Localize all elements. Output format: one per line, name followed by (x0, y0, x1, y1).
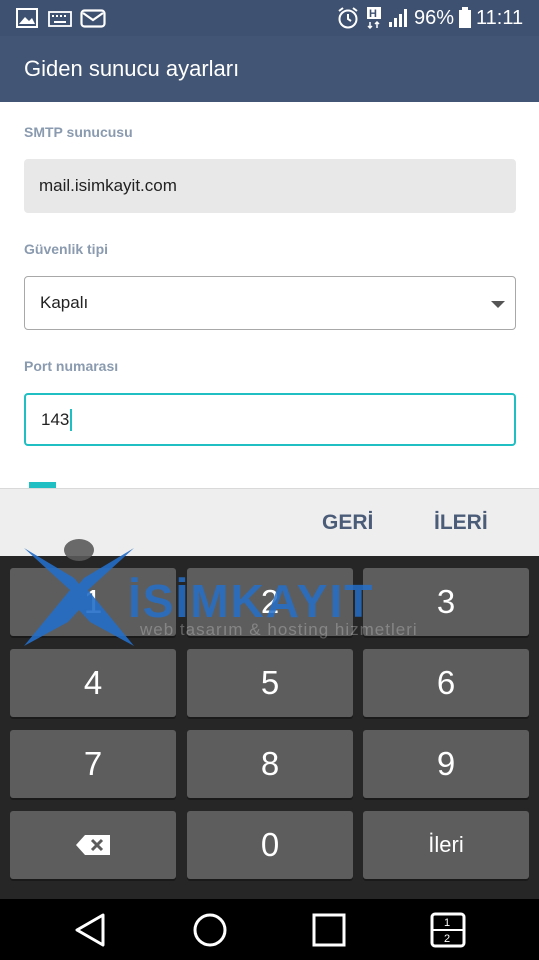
smtp-server-field[interactable]: mail.isimkayit.com (24, 159, 516, 213)
security-type-select[interactable]: Kapalı (24, 276, 516, 330)
backspace-icon (75, 826, 111, 864)
signal-icon (388, 8, 410, 33)
security-type-value: Kapalı (40, 293, 89, 312)
dual-window-icon[interactable]: 12 (429, 911, 467, 949)
key-1[interactable]: 1 (10, 568, 176, 636)
key-7[interactable]: 7 (10, 730, 176, 798)
key-5[interactable]: 5 (187, 649, 353, 717)
enter-next-key[interactable]: İleri (363, 811, 529, 879)
app-bar: Giden sunucu ayarları (0, 36, 539, 102)
key-6[interactable]: 6 (363, 649, 529, 717)
navigation-bar: 12 (0, 899, 539, 960)
battery-percent: 96% (414, 7, 455, 29)
dropdown-arrow-icon (491, 301, 505, 308)
email-icon (80, 9, 106, 33)
text-cursor (70, 408, 73, 431)
port-number-value: 143 (41, 409, 70, 429)
svg-text:H: H (369, 8, 377, 20)
next-button[interactable]: İLERİ (434, 511, 488, 535)
keyboard-icon (48, 11, 72, 32)
key-3[interactable]: 3 (363, 568, 529, 636)
page-title: Giden sunucu ayarları (24, 56, 240, 81)
svg-text:2: 2 (444, 933, 450, 945)
action-bar: GERİ İLERİ (0, 488, 539, 556)
recents-icon[interactable] (310, 911, 348, 949)
port-number-label: Port numarası (24, 358, 119, 374)
back-button[interactable]: GERİ (322, 511, 373, 535)
security-type-label: Güvenlik tipi (24, 241, 109, 257)
smtp-server-value: mail.isimkayit.com (39, 176, 177, 195)
smtp-server-label: SMTP sunucusu (24, 124, 133, 140)
backspace-key[interactable] (10, 811, 176, 879)
image-icon (16, 8, 38, 33)
key-2[interactable]: 2 (187, 568, 353, 636)
key-8[interactable]: 8 (187, 730, 353, 798)
status-bar: H 96% 11:11 (0, 0, 539, 36)
alarm-icon (336, 6, 360, 35)
clock: 11:11 (476, 7, 524, 29)
key-0[interactable]: 0 (187, 811, 353, 879)
battery-icon (458, 7, 472, 34)
back-icon[interactable] (72, 911, 110, 949)
key-9[interactable]: 9 (363, 730, 529, 798)
numeric-keypad: 1 2 3 4 5 6 7 8 9 0 İleri (0, 556, 539, 899)
home-icon[interactable] (191, 911, 229, 949)
key-4[interactable]: 4 (10, 649, 176, 717)
svg-text:1: 1 (444, 917, 450, 929)
hplus-icon: H (366, 6, 386, 35)
port-number-input[interactable]: 143 (24, 393, 516, 446)
screen: H 96% 11:11 Giden sunucu ayarları SMTP s… (0, 0, 539, 960)
